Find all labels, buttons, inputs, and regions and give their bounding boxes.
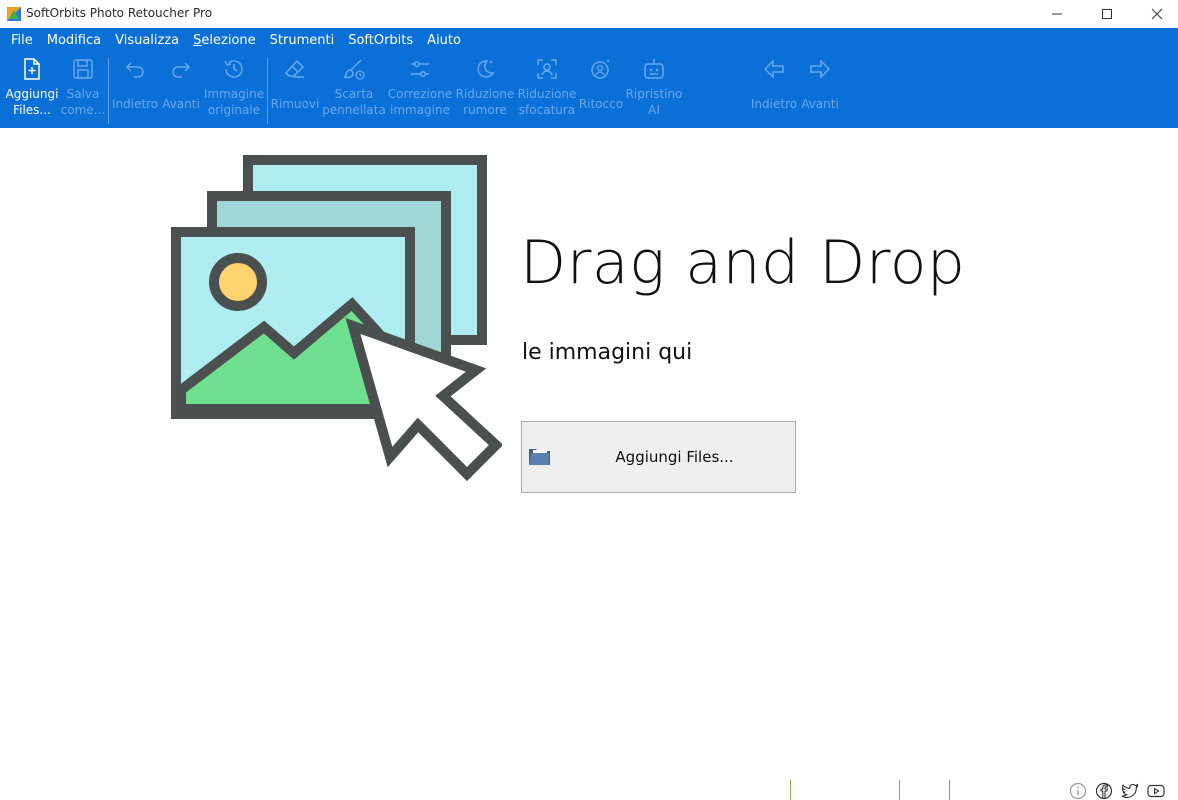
title-bar: SoftOrbits Photo Retoucher Pro [0,0,1178,28]
menu-softorbits[interactable]: SoftOrbits [341,32,420,50]
folder-icon [529,449,550,465]
add-file-icon [19,56,45,82]
eraser-icon [282,56,308,82]
save-icon [70,56,96,82]
retouch-tool-label: Ritocco [578,97,624,111]
nav-back-tool-label: Indietro [750,97,798,111]
minimize-icon [1052,13,1062,15]
close-icon [1151,8,1163,20]
remove-tool-label: Rimuovi [270,97,320,111]
status-separator [790,780,791,800]
facebook-icon[interactable] [1094,782,1114,800]
discard-stroke-tool-label: Scarta pennellata [322,87,386,117]
add-files-tool-label: Aggiungi Files... [5,87,59,117]
nav-back-tool-button[interactable]: Indietro [750,56,798,112]
menu-visualizza[interactable]: Visualizza [108,32,186,50]
face-sparkle-icon [588,56,614,82]
retouch-tool-button[interactable]: Ritocco [578,56,624,112]
menu-modifica[interactable]: Modifica [40,32,108,50]
arrow-left-icon [761,56,787,82]
focus-face-icon [534,56,560,82]
save-as-tool-label: Salva come... [60,87,106,117]
info-icon[interactable] [1068,782,1088,800]
status-separator [949,780,950,800]
redo-tool-label: Avanti [162,97,200,111]
drag-drop-headline: Drag and Drop [520,228,966,298]
arrow-right-icon [807,56,833,82]
maximize-icon [1102,9,1112,19]
youtube-icon[interactable] [1146,782,1166,800]
blur-reduction-tool-button[interactable]: Riduzione sfocatura [516,56,578,118]
ribbon: File Modifica Visualizza Selezione Strum… [0,28,1178,128]
status-bar [0,780,1178,800]
menu-aiuto[interactable]: Aiuto [420,32,468,50]
minimize-button[interactable] [1032,0,1082,28]
twitter-icon[interactable] [1120,782,1140,800]
status-separator [899,780,900,800]
redo-icon [168,56,194,82]
nav-forward-tool-label: Avanti [801,97,839,111]
menu-file[interactable]: File [4,32,40,50]
app-logo-icon [7,7,21,21]
image-correction-tool-label: Correzione immagine [387,87,453,117]
blur-reduction-tool-label: Riduzione sfocatura [517,87,577,117]
social-links [1068,782,1166,800]
noise-reduction-tool-button[interactable]: Riduzione rumore [454,56,516,118]
ai-restore-tool-button[interactable]: Ripristino AI [624,56,684,118]
menu-strumenti[interactable]: Strumenti [263,32,342,50]
brush-icon [341,56,367,82]
undo-tool-label: Indietro [111,97,159,111]
history-icon [221,56,247,82]
close-button[interactable] [1132,0,1178,28]
toolbar-separator [108,58,109,124]
drag-drop-subline: le immagini qui [522,340,693,365]
robot-icon [641,56,667,82]
original-image-tool-button[interactable]: Immagine originale [204,56,264,118]
add-files-button[interactable]: Aggiungi Files... [521,421,796,493]
undo-tool-button[interactable]: Indietro [112,56,158,112]
moon-stars-icon [472,56,498,82]
undo-icon [122,56,148,82]
nav-forward-tool-button[interactable]: Avanti [798,56,842,112]
remove-tool-button[interactable]: Rimuovi [270,56,320,112]
save-as-tool-button[interactable]: Salva come... [60,56,106,118]
menu-selezione[interactable]: Selezione [186,32,263,50]
menu-bar: File Modifica Visualizza Selezione Strum… [4,32,468,50]
ai-restore-tool-label: Ripristino AI [625,87,683,117]
toolbar-separator [267,58,268,124]
window-title: SoftOrbits Photo Retoucher Pro [26,6,213,20]
image-correction-tool-button[interactable]: Correzione immagine [386,56,454,118]
discard-stroke-tool-button[interactable]: Scarta pennellata [322,56,386,118]
add-files-tool-button[interactable]: Aggiungi Files... [4,56,60,118]
redo-tool-button[interactable]: Avanti [158,56,204,112]
add-files-button-label: Aggiungi Files... [615,448,734,466]
maximize-button[interactable] [1082,0,1132,28]
drop-images-illustration [171,155,502,482]
noise-reduction-tool-label: Riduzione rumore [455,87,515,117]
original-image-tool-label: Immagine originale [203,87,265,117]
sliders-icon [407,56,433,82]
